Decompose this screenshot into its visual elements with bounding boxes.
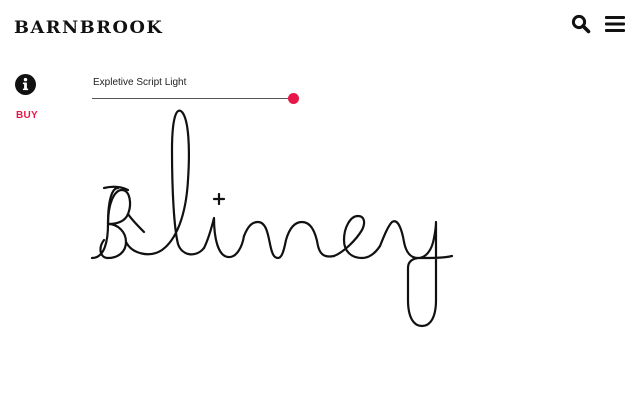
slider-thumb[interactable] <box>287 93 299 104</box>
font-name-label: Expletive Script Light <box>93 77 187 88</box>
page: BARNBROOK BUY Expletive Script Light <box>0 0 640 400</box>
search-button[interactable] <box>570 12 592 36</box>
menu-button[interactable] <box>604 12 626 36</box>
search-icon <box>571 14 591 34</box>
header-actions <box>570 12 626 36</box>
brand-logo[interactable]: BARNBROOK <box>14 18 163 38</box>
specimen-glyphs <box>90 109 454 328</box>
type-specimen[interactable]: Bliney <box>84 104 464 332</box>
buy-link[interactable]: BUY <box>16 110 38 121</box>
info-icon[interactable] <box>15 74 36 95</box>
slider-track <box>92 98 293 99</box>
menu-icon <box>605 16 625 32</box>
